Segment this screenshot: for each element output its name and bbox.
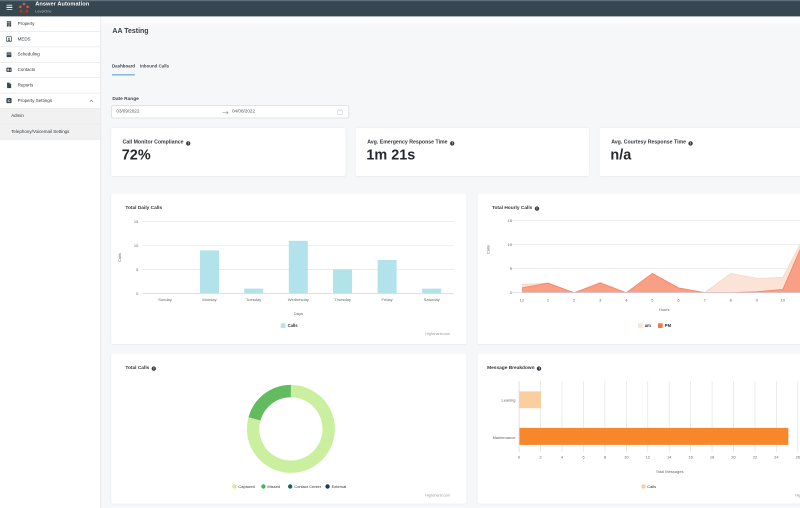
svg-text:6: 6 — [582, 454, 585, 459]
svg-text:8: 8 — [604, 454, 607, 459]
svg-text:0: 0 — [136, 291, 139, 296]
svg-text:am: am — [645, 323, 651, 328]
svg-text:10: 10 — [781, 297, 786, 302]
svg-text:12: 12 — [645, 454, 650, 459]
svg-text:Monday: Monday — [202, 297, 216, 302]
svg-text:14: 14 — [667, 454, 672, 459]
svg-text:5: 5 — [651, 297, 654, 302]
svg-text:4: 4 — [625, 297, 628, 302]
svg-text:Wednesday: Wednesday — [288, 297, 309, 302]
svg-text:9: 9 — [756, 297, 759, 302]
svg-text:Saturday: Saturday — [423, 297, 439, 302]
svg-text:PM: PM — [665, 323, 672, 328]
svg-text:Calls: Calls — [647, 484, 656, 489]
svg-text:Total Messages: Total Messages — [656, 469, 684, 474]
svg-text:Tuesday: Tuesday — [246, 297, 261, 302]
svg-text:5: 5 — [136, 267, 139, 272]
svg-text:C: C — [8, 99, 11, 103]
svg-text:2: 2 — [539, 454, 542, 459]
svg-text:Sunday: Sunday — [158, 297, 172, 302]
svg-text:1: 1 — [547, 297, 550, 302]
svg-text:Highcharts.com: Highcharts.com — [425, 493, 450, 497]
svg-text:15: 15 — [507, 218, 512, 223]
svg-text:Hours: Hours — [659, 307, 670, 312]
svg-text:3: 3 — [599, 297, 602, 302]
svg-text:Calls: Calls — [117, 253, 122, 262]
svg-text:Missed: Missed — [267, 484, 280, 489]
svg-text:22: 22 — [753, 454, 758, 459]
svg-text:16: 16 — [688, 454, 693, 459]
svg-text:24: 24 — [774, 454, 779, 459]
svg-text:8: 8 — [729, 297, 732, 302]
svg-text:18: 18 — [710, 454, 715, 459]
svg-text:Captured: Captured — [238, 484, 254, 489]
svg-text:0: 0 — [518, 454, 521, 459]
svg-text:Friday: Friday — [381, 297, 392, 302]
svg-text:Contact Center: Contact Center — [294, 484, 322, 489]
svg-text:12: 12 — [520, 297, 525, 302]
svg-text:7: 7 — [703, 297, 706, 302]
svg-text:Maintenance: Maintenance — [492, 435, 516, 440]
svg-text:6: 6 — [677, 297, 680, 302]
svg-text:Calls: Calls — [486, 245, 491, 254]
svg-text:External: External — [331, 484, 346, 489]
svg-text:26: 26 — [796, 454, 800, 459]
svg-text:Leasing: Leasing — [501, 397, 515, 402]
svg-text:15: 15 — [134, 219, 139, 224]
svg-text:Highcharts.com: Highcharts.com — [795, 493, 800, 497]
svg-text:10: 10 — [624, 454, 629, 459]
svg-text:20: 20 — [731, 454, 736, 459]
svg-text:Days: Days — [294, 311, 303, 316]
svg-text:2: 2 — [573, 297, 576, 302]
svg-text:Highcharts.com: Highcharts.com — [425, 332, 450, 336]
svg-text:10: 10 — [134, 243, 139, 248]
svg-text:Calls: Calls — [287, 323, 298, 328]
svg-text:4: 4 — [561, 454, 564, 459]
svg-text:Thursday: Thursday — [334, 297, 351, 302]
svg-text:10: 10 — [507, 242, 512, 247]
